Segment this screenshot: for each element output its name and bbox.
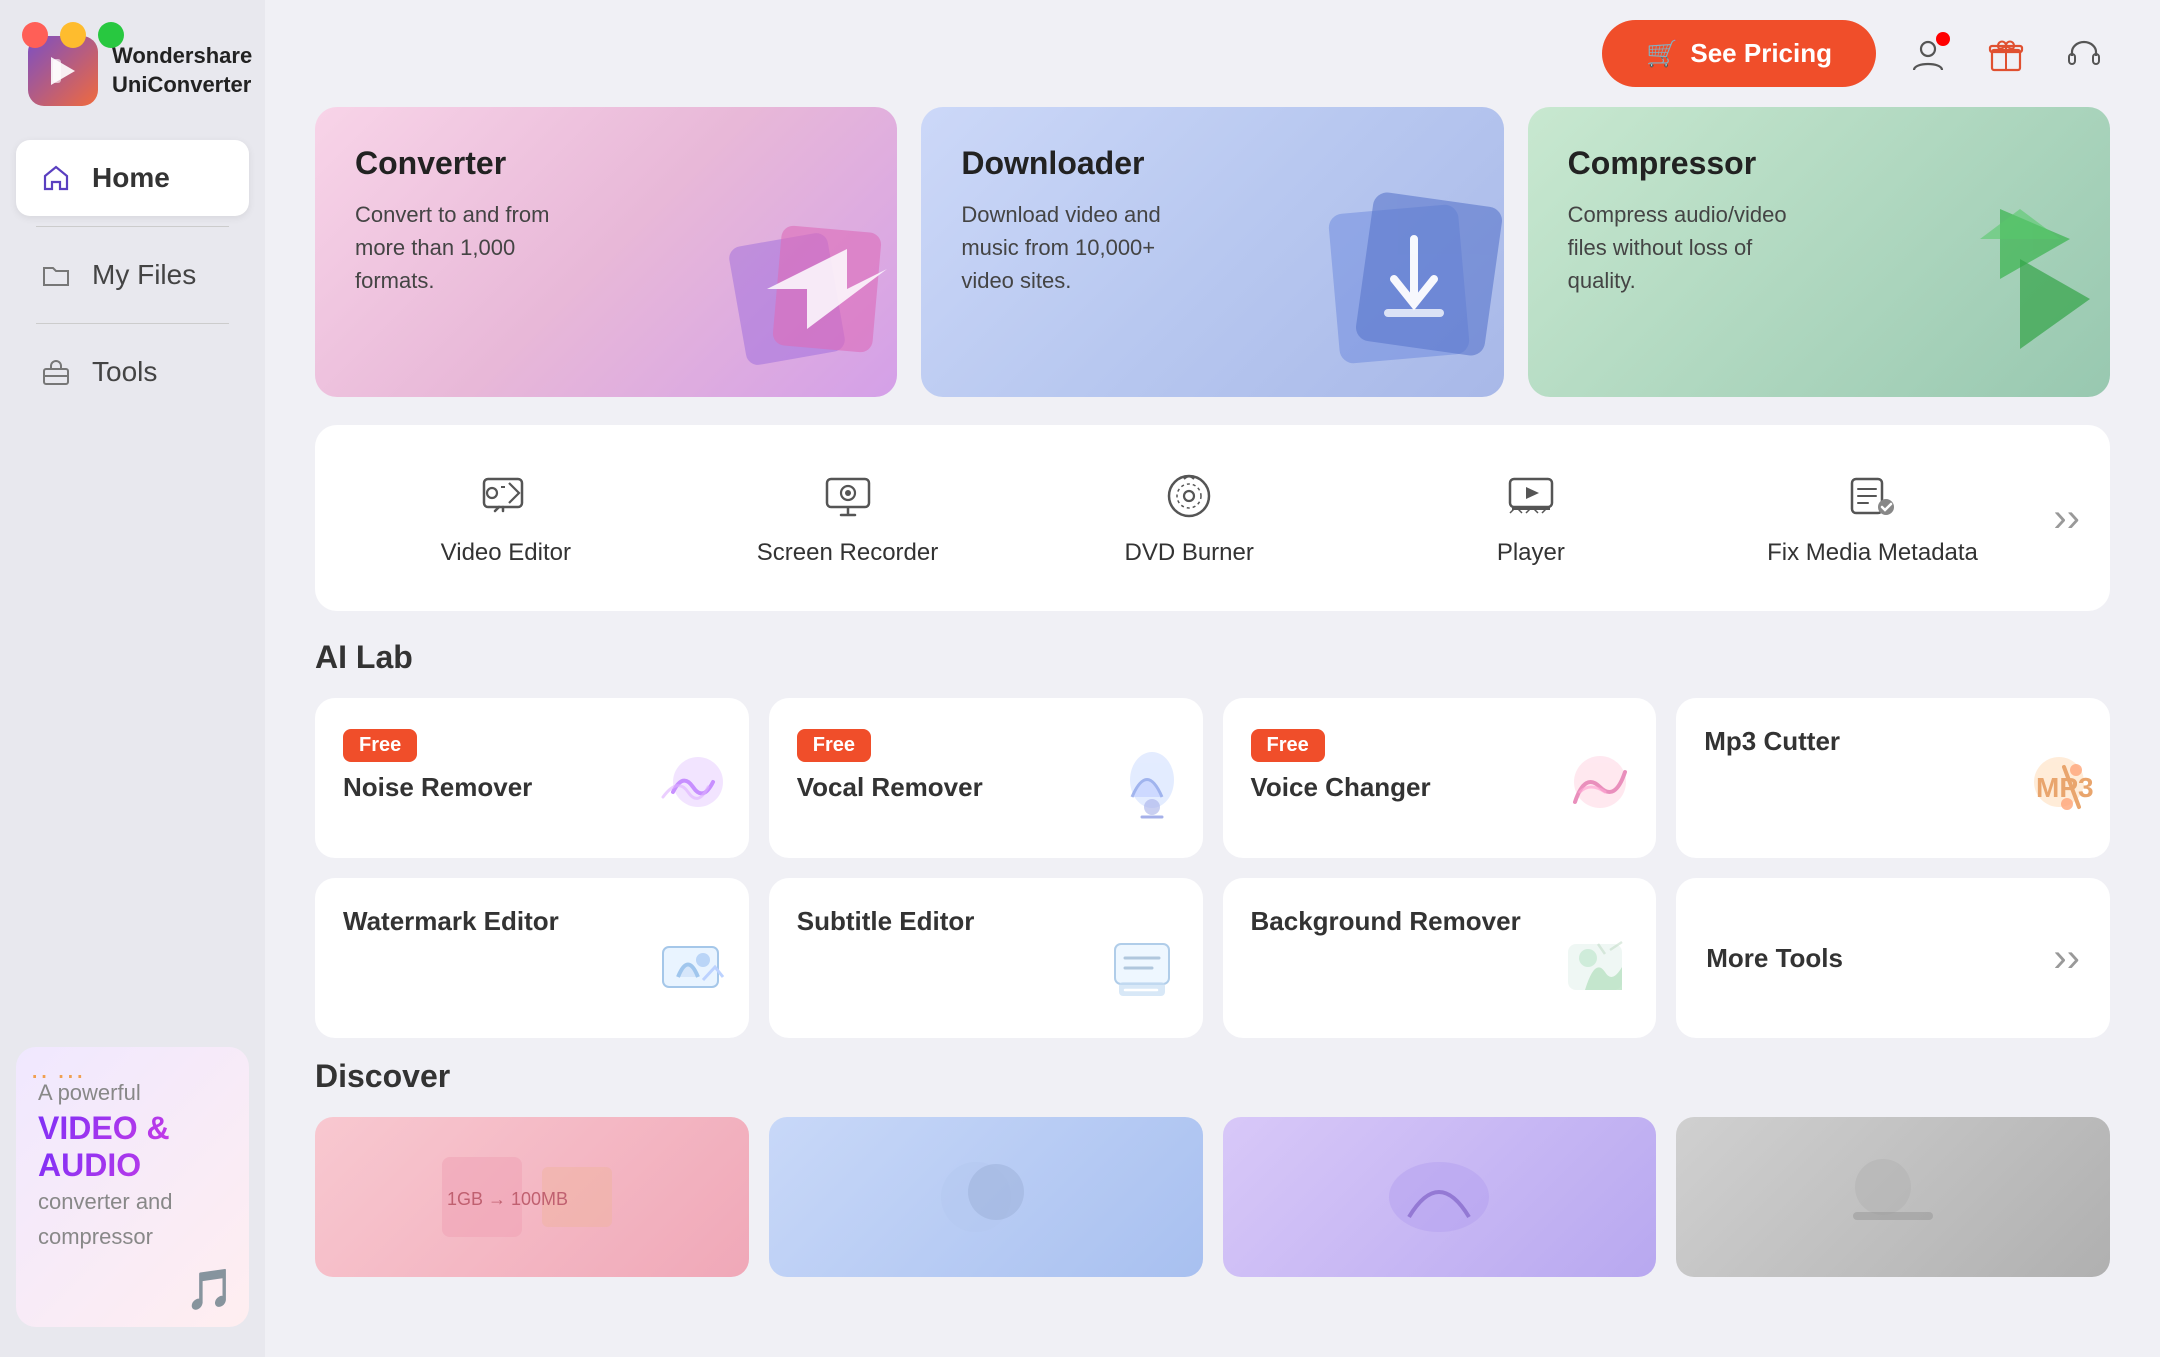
converter-card[interactable]: Converter Convert to and from more than … — [315, 107, 897, 397]
tool-video-editor[interactable]: Video Editor — [335, 455, 677, 581]
fix-media-label: Fix Media Metadata — [1767, 539, 1978, 567]
ai-lab-row1: Free Noise Remover Free Vocal Remover — [315, 698, 2110, 858]
headphone-icon-button[interactable] — [2058, 28, 2110, 80]
converter-desc: Convert to and from more than 1,000 form… — [355, 198, 575, 297]
nav-divider-2 — [36, 323, 229, 324]
free-badge-noise: Free — [343, 729, 417, 762]
sidebar: Wondershare UniConverter Home My Files — [0, 0, 265, 1357]
tool-screen-recorder[interactable]: Screen Recorder — [677, 455, 1019, 581]
player-icon — [1504, 469, 1558, 523]
screen-recorder-label: Screen Recorder — [757, 539, 938, 567]
folder-icon — [38, 257, 74, 293]
converter-icon — [707, 179, 897, 397]
svg-text:MP3: MP3 — [2036, 772, 2094, 803]
more-tools-label: More Tools — [1706, 943, 1843, 974]
ai-card-voice-changer[interactable]: Free Voice Changer — [1223, 698, 1657, 858]
compressor-title: Compressor — [1568, 145, 2070, 182]
player-label: Player — [1497, 539, 1565, 567]
sidebar-myfiles-label: My Files — [92, 259, 196, 291]
ai-card-watermark-editor[interactable]: Watermark Editor — [315, 878, 749, 1038]
more-tools-arrow-icon: ›› — [2053, 936, 2080, 981]
window-minimize-button[interactable] — [60, 22, 86, 48]
ai-card-subtitle-editor[interactable]: Subtitle Editor — [769, 878, 1203, 1038]
tools-row: Video Editor Screen Recorder — [315, 425, 2110, 611]
sidebar-item-myfiles[interactable]: My Files — [16, 237, 249, 313]
banner-icon: 🎵 — [185, 1266, 235, 1313]
tool-dvd-burner[interactable]: DVD Burner — [1018, 455, 1360, 581]
ai-card-mp3-cutter[interactable]: Mp3 Cutter MP3 — [1676, 698, 2110, 858]
screen-recorder-icon — [821, 469, 875, 523]
user-notification-badge — [1936, 32, 1950, 46]
tool-player[interactable]: Player — [1360, 455, 1702, 581]
vocal-remover-icon — [1097, 742, 1187, 848]
discover-cards: 1GB → 100MB — [315, 1117, 2110, 1277]
user-icon-button[interactable] — [1902, 28, 1954, 80]
ai-card-more-tools[interactable]: More Tools ›› — [1676, 878, 2110, 1038]
sidebar-tools-label: Tools — [92, 356, 157, 388]
sidebar-nav: Home My Files Tools — [0, 130, 265, 1027]
banner-line3: compressor — [38, 1219, 227, 1254]
downloader-icon — [1314, 179, 1504, 397]
dvd-burner-label: DVD Burner — [1124, 539, 1253, 567]
nav-divider — [36, 226, 229, 227]
gift-icon-button[interactable] — [1980, 28, 2032, 80]
app-logo-area: Wondershare UniConverter — [0, 0, 265, 130]
sidebar-item-home[interactable]: Home — [16, 140, 249, 216]
watermark-editor-icon — [643, 922, 733, 1028]
window-maximize-button[interactable] — [98, 22, 124, 48]
sidebar-home-label: Home — [92, 162, 170, 194]
compressor-desc: Compress audio/video files without loss … — [1568, 198, 1788, 297]
dvd-burner-icon — [1162, 469, 1216, 523]
compressor-card[interactable]: Compressor Compress audio/video files wi… — [1528, 107, 2110, 397]
subtitle-editor-icon — [1097, 922, 1187, 1028]
window-close-button[interactable] — [22, 22, 48, 48]
video-editor-label: Video Editor — [441, 539, 571, 567]
discover-card-3[interactable] — [1223, 1117, 1657, 1277]
main-content: 🛒 See Pricing — [265, 0, 2160, 1357]
converter-title: Converter — [355, 145, 857, 182]
background-remover-icon — [1550, 922, 1640, 1028]
ai-lab-title: AI Lab — [315, 639, 2110, 676]
toolbox-icon — [38, 354, 74, 390]
mp3-cutter-icon: MP3 — [2004, 742, 2094, 848]
discover-card-4[interactable] — [1676, 1117, 2110, 1277]
banner-decoration: ·· ··· — [30, 1059, 84, 1091]
feature-cards: Converter Convert to and from more than … — [315, 107, 2110, 397]
banner-highlight1: VIDEO & — [38, 1110, 227, 1147]
see-pricing-label: See Pricing — [1690, 38, 1832, 69]
video-editor-icon — [479, 469, 533, 523]
voice-changer-icon — [1550, 742, 1640, 848]
noise-remover-icon — [643, 742, 733, 848]
compressor-icon — [1920, 179, 2110, 397]
banner-line2: converter and — [38, 1184, 227, 1219]
discover-title: Discover — [315, 1058, 2110, 1095]
scroll-area[interactable]: Converter Convert to and from more than … — [265, 107, 2160, 1357]
free-badge-voice: Free — [1251, 729, 1325, 762]
tools-more-arrow[interactable]: ›› — [2043, 496, 2090, 541]
fix-media-icon — [1846, 469, 1900, 523]
ai-card-vocal-remover[interactable]: Free Vocal Remover — [769, 698, 1203, 858]
ai-lab-row2: Watermark Editor Subtitle Editor — [315, 878, 2110, 1038]
cart-icon: 🛒 — [1646, 38, 1678, 69]
tool-fix-media[interactable]: Fix Media Metadata — [1702, 455, 2044, 581]
free-badge-vocal: Free — [797, 729, 871, 762]
sidebar-banner: ·· ··· A powerful VIDEO & AUDIO converte… — [16, 1047, 249, 1327]
ai-card-background-remover[interactable]: Background Remover — [1223, 878, 1657, 1038]
see-pricing-button[interactable]: 🛒 See Pricing — [1602, 20, 1876, 87]
downloader-card[interactable]: Downloader Download video and music from… — [921, 107, 1503, 397]
discover-card-2[interactable] — [769, 1117, 1203, 1277]
app-name: Wondershare UniConverter — [112, 42, 252, 99]
svg-text:1GB → 100MB: 1GB → 100MB — [447, 1189, 568, 1209]
downloader-desc: Download video and music from 10,000+ vi… — [961, 198, 1181, 297]
home-icon — [38, 160, 74, 196]
banner-highlight2: AUDIO — [38, 1147, 227, 1184]
downloader-title: Downloader — [961, 145, 1463, 182]
discover-card-1[interactable]: 1GB → 100MB — [315, 1117, 749, 1277]
sidebar-item-tools[interactable]: Tools — [16, 334, 249, 410]
ai-card-noise-remover[interactable]: Free Noise Remover — [315, 698, 749, 858]
topbar: 🛒 See Pricing — [265, 0, 2160, 107]
